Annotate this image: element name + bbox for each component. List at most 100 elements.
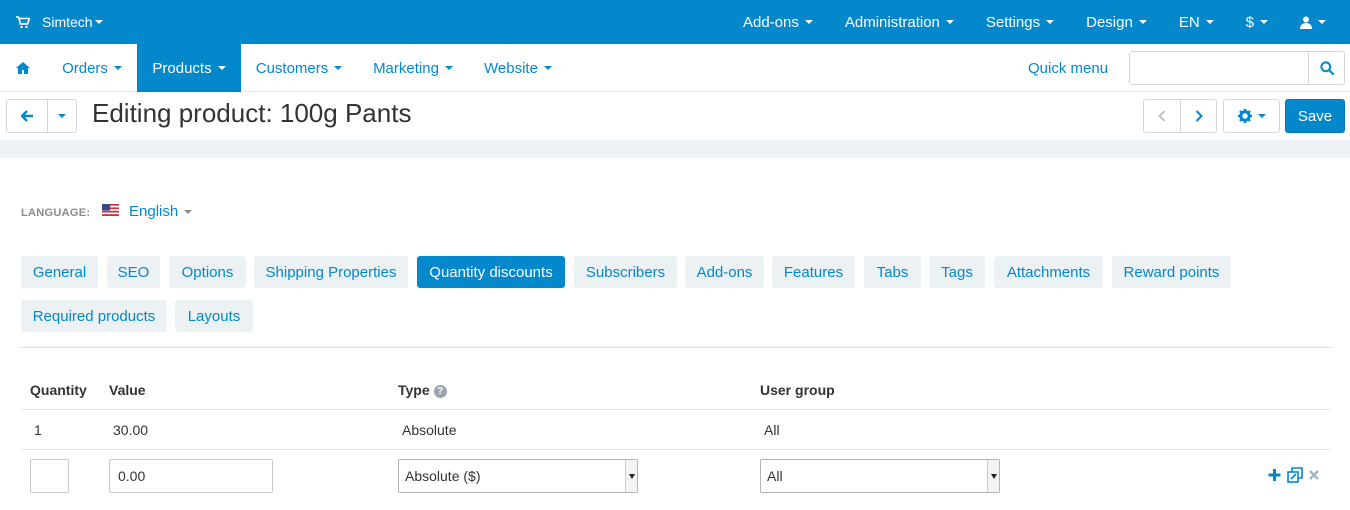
clone-row-icon[interactable] [1287, 467, 1303, 483]
store-name: Simtech [42, 14, 93, 30]
tab-tabs[interactable]: Tabs [864, 256, 921, 288]
new-user-group-select[interactable]: All [760, 459, 1000, 493]
chevron-down-icon [334, 66, 343, 70]
main-nav: Orders Products Customers Marketing Webs… [0, 44, 1350, 92]
new-type-select[interactable]: Absolute ($) [398, 459, 638, 493]
nav-marketing[interactable]: Marketing [357, 44, 469, 92]
menu-addons[interactable]: Add-ons [727, 0, 829, 44]
chevron-down-icon [543, 66, 552, 70]
chevron-down-icon [94, 20, 103, 24]
cart-icon [16, 15, 30, 28]
tab-features[interactable]: Features [772, 256, 855, 288]
menu-user[interactable] [1284, 0, 1350, 44]
next-product-button[interactable] [1180, 99, 1217, 133]
tab-tags[interactable]: Tags [929, 256, 985, 288]
nav-customers-label: Customers [255, 59, 329, 77]
column-header-user-group: User group [760, 382, 835, 398]
language-selector[interactable]: English [129, 203, 193, 220]
search-icon [1319, 61, 1334, 75]
arrow-left-icon [20, 110, 33, 122]
chevron-down-icon [1205, 20, 1214, 24]
tab-layouts[interactable]: Layouts [175, 300, 253, 332]
chevron-down-icon [217, 66, 226, 70]
nav-products[interactable]: Products [137, 44, 241, 92]
table-header-divider [21, 409, 1331, 410]
nav-marketing-label: Marketing [373, 59, 439, 77]
chevron-down-icon [1138, 20, 1147, 24]
tab-quantity-discounts[interactable]: Quantity discounts [417, 256, 565, 288]
table-row-divider [21, 449, 1331, 450]
prev-product-button[interactable] [1143, 99, 1181, 133]
tab-addons[interactable]: Add-ons [685, 256, 764, 288]
menu-language[interactable]: EN [1163, 0, 1230, 44]
menu-administration[interactable]: Administration [829, 0, 970, 44]
new-quantity-input[interactable] [30, 459, 69, 493]
dropdown-arrow-icon [625, 460, 637, 492]
menu-language-label: EN [1178, 13, 1200, 31]
nav-website[interactable]: Website [469, 44, 567, 92]
chevron-down-icon [945, 20, 954, 24]
nav-orders[interactable]: Orders [47, 44, 137, 92]
gear-icon [1237, 109, 1252, 123]
chevron-down-icon [1046, 20, 1055, 24]
tabs-divider [21, 347, 1331, 348]
row-value: 30.00 [113, 422, 149, 438]
user-icon [1300, 16, 1312, 29]
tab-shipping-properties[interactable]: Shipping Properties [254, 256, 408, 288]
menu-settings[interactable]: Settings [970, 0, 1070, 44]
page-title: Editing product: 100g Pants [92, 98, 412, 128]
store-selector[interactable]: Simtech [16, 0, 103, 44]
help-icon[interactable]: ? [433, 385, 447, 398]
back-button[interactable] [6, 99, 48, 133]
menu-settings-label: Settings [985, 13, 1041, 31]
search-input[interactable] [1130, 52, 1310, 84]
chevron-down-icon [58, 114, 66, 118]
page-header: Editing product: 100g Pants Save [0, 92, 1350, 140]
tab-options[interactable]: Options [169, 256, 246, 288]
column-header-quantity: Quantity [30, 382, 87, 398]
home-link[interactable] [0, 44, 46, 92]
nav-products-label: Products [152, 59, 212, 77]
tab-seo[interactable]: SEO [107, 256, 160, 288]
new-value-input[interactable] [109, 459, 273, 493]
menu-design-label: Design [1086, 13, 1133, 31]
history-dropdown-button[interactable] [47, 99, 77, 133]
settings-dropdown-button[interactable] [1223, 99, 1280, 133]
row-user-group: All [764, 422, 780, 438]
home-icon [16, 62, 30, 74]
column-header-value: Value [109, 382, 146, 398]
tab-required-products[interactable]: Required products [21, 300, 167, 332]
menu-design[interactable]: Design [1070, 0, 1163, 44]
quick-menu-link[interactable]: Quick menu [1028, 44, 1108, 92]
menu-addons-label: Add-ons [742, 13, 799, 31]
column-header-type-label: Type [398, 382, 430, 398]
chevron-down-icon [1260, 20, 1268, 24]
nav-website-label: Website [484, 59, 538, 77]
menu-administration-label: Administration [844, 13, 940, 31]
language-value: English [129, 203, 179, 220]
top-bar: Simtech Add-ons Administration Settings … [0, 0, 1350, 44]
remove-row-icon[interactable] [1308, 467, 1320, 483]
column-header-type: Type? [398, 382, 447, 398]
tab-general[interactable]: General [21, 256, 98, 288]
tab-reward-points[interactable]: Reward points [1112, 256, 1231, 288]
new-type-select-value: Absolute ($) [405, 468, 481, 484]
chevron-down-icon [1257, 114, 1266, 118]
nav-customers[interactable]: Customers [241, 44, 357, 92]
menu-currency-label: $ [1245, 13, 1254, 31]
search-button[interactable] [1308, 52, 1344, 84]
chevron-left-icon [1158, 110, 1166, 122]
chevron-down-icon [444, 66, 453, 70]
chevron-right-icon [1195, 110, 1203, 122]
tab-subscribers[interactable]: Subscribers [574, 256, 677, 288]
row-type: Absolute [402, 422, 457, 438]
chevron-down-icon [1318, 20, 1326, 24]
nav-orders-label: Orders [62, 59, 108, 77]
us-flag-icon [102, 204, 119, 216]
save-button[interactable]: Save [1285, 99, 1345, 133]
search-box [1129, 51, 1345, 85]
tab-attachments[interactable]: Attachments [994, 256, 1103, 288]
menu-currency[interactable]: $ [1230, 0, 1284, 44]
dropdown-arrow-icon [987, 460, 999, 492]
add-row-icon[interactable] [1268, 467, 1281, 483]
